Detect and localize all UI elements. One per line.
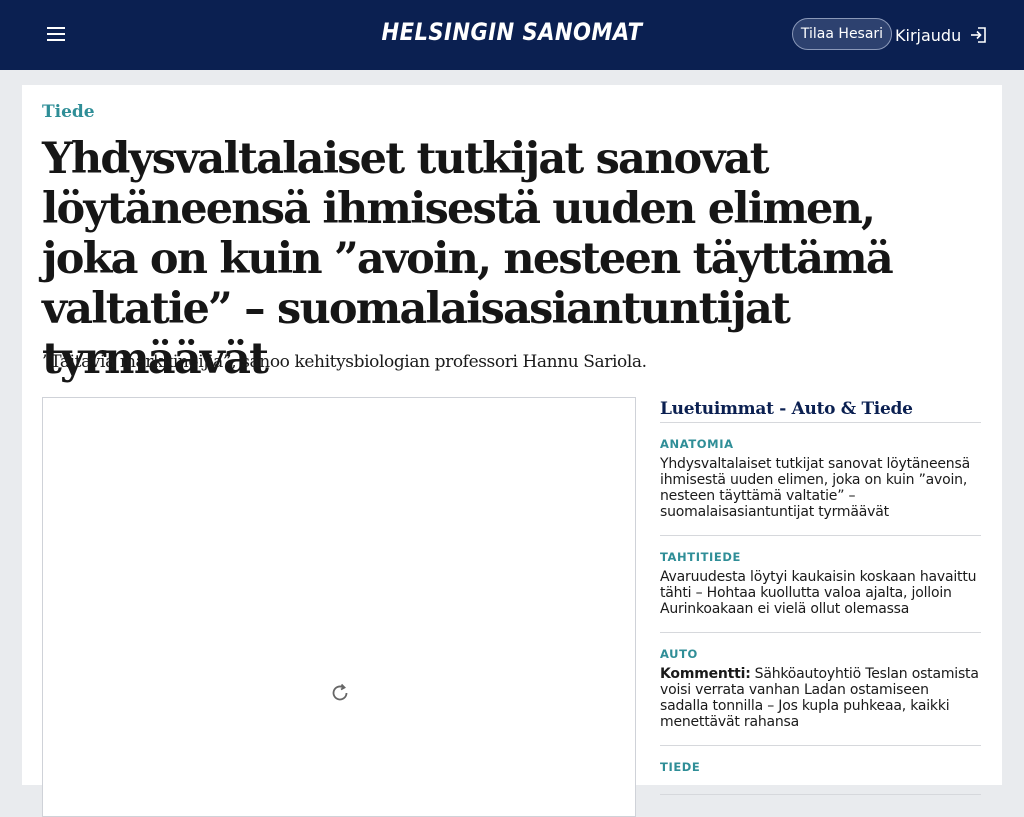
article-card: Tiede Yhdysvaltalaiset tutkijat sanovat … xyxy=(22,85,1002,817)
list-item[interactable]: AUTO Kommentti: Sähköautoyhtiö Teslan ost… xyxy=(660,633,981,746)
list-item[interactable]: ANATOMIA Yhdysvaltalaiset tutkijat sanov… xyxy=(660,423,981,536)
comment-prefix: Kommentti: xyxy=(660,666,751,682)
item-title[interactable]: Avaruudesta löytyi kaukaisin koskaan hav… xyxy=(660,569,981,617)
subscribe-button[interactable]: Tilaa Hesari xyxy=(792,18,892,50)
item-category: TIEDE xyxy=(660,760,701,774)
media-placeholder xyxy=(42,397,636,817)
item-title-wrapper[interactable]: Kommentti: Sähköautoyhtiö Teslan ostamist… xyxy=(660,666,981,730)
login-arrow-icon xyxy=(971,27,987,43)
most-read-sidebar: Luetuimmat - Auto & Tiede ANATOMIA Yhdys… xyxy=(660,397,981,795)
list-item[interactable]: TAHTITIEDE Avaruudesta löytyi kaukaisin … xyxy=(660,536,981,633)
site-header: HELSINGIN SANOMAT Tilaa Hesari Kirjaudu xyxy=(0,0,1024,70)
article-lead: ”Taitavia markkinoijia”, sanoo kehitysbi… xyxy=(42,352,647,372)
list-item[interactable]: TIEDE xyxy=(660,746,981,795)
hamburger-menu-icon[interactable] xyxy=(46,26,66,42)
item-category: AUTO xyxy=(660,647,698,661)
item-title[interactable]: Yhdysvaltalaiset tutkijat sanovat löytän… xyxy=(660,456,981,520)
article-headline: Yhdysvaltalaiset tutkijat sanovat löytän… xyxy=(42,134,894,384)
item-category: ANATOMIA xyxy=(660,437,734,451)
most-read-title: Luetuimmat - Auto & Tiede xyxy=(660,397,981,423)
item-category: TAHTITIEDE xyxy=(660,550,741,564)
section-label[interactable]: Tiede xyxy=(42,102,95,122)
login-button[interactable]: Kirjaudu xyxy=(895,22,987,48)
login-label: Kirjaudu xyxy=(895,25,962,45)
reload-icon xyxy=(332,683,348,701)
